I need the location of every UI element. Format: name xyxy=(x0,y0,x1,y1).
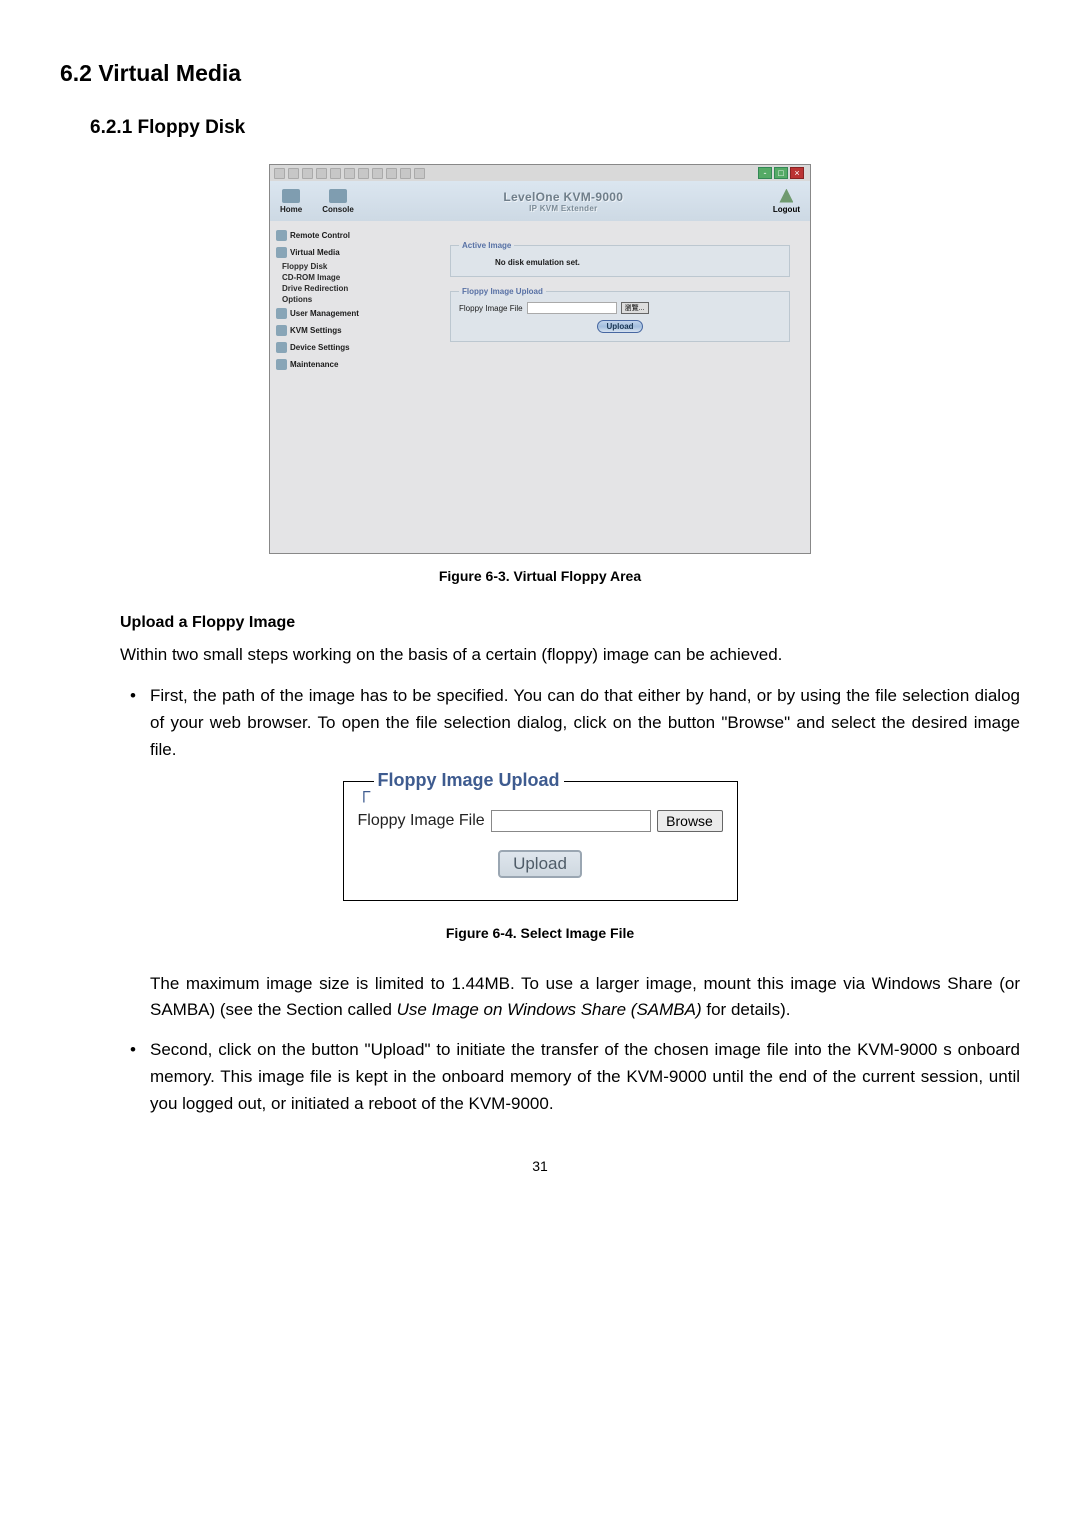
active-image-legend: Active Image xyxy=(459,241,514,250)
toolbar-favorites-icon[interactable] xyxy=(358,168,369,179)
home-button[interactable]: Home xyxy=(280,189,302,214)
floppy-image-file-input[interactable] xyxy=(527,302,617,314)
window-restore-icon[interactable]: □ xyxy=(774,167,788,179)
toolbar-search-icon[interactable] xyxy=(344,168,355,179)
toolbar-forward-icon[interactable] xyxy=(288,168,299,179)
logout-icon xyxy=(779,189,793,203)
window-close-icon[interactable]: × xyxy=(790,167,804,179)
virtual-media-icon xyxy=(276,247,287,258)
sidebar-item-remote-control[interactable]: Remote Control xyxy=(272,227,378,244)
upload-button[interactable]: Upload xyxy=(498,850,582,878)
sidebar-sub-floppy-disk[interactable]: Floppy Disk xyxy=(272,261,378,272)
active-image-fieldset: Active Image No disk emulation set. xyxy=(450,241,790,277)
toolbar-stop-icon[interactable] xyxy=(302,168,313,179)
toolbar-history-icon[interactable] xyxy=(372,168,383,179)
figure-6-3-screenshot: ‑ □ × Home Console LevelOne KVM-9000 IP … xyxy=(269,164,811,554)
remote-control-icon xyxy=(276,230,287,241)
section-heading: 6.2 Virtual Media xyxy=(60,60,1020,87)
sidebar-sub-drive-redirection[interactable]: Drive Redirection xyxy=(272,283,378,294)
floppy-image-file-input-large[interactable] xyxy=(491,810,651,832)
figure-6-3-caption: Figure 6-3. Virtual Floppy Area xyxy=(60,568,1020,584)
step-1: First, the path of the image has to be s… xyxy=(130,682,1020,764)
kvm-settings-icon xyxy=(276,325,287,336)
toolbar-home-icon[interactable] xyxy=(330,168,341,179)
console-button[interactable]: Console xyxy=(322,189,354,214)
device-settings-icon xyxy=(276,342,287,353)
toolbar-edit-icon[interactable] xyxy=(414,168,425,179)
sidebar-item-user-management[interactable]: User Management xyxy=(272,305,378,322)
toolbar-back-icon[interactable] xyxy=(274,168,285,179)
home-label: Home xyxy=(280,205,302,214)
step-2: Second, click on the button "Upload" to … xyxy=(130,1036,1020,1118)
sidebar-item-device-settings[interactable]: Device Settings xyxy=(272,339,378,356)
maintenance-icon xyxy=(276,359,287,370)
upload-button-small[interactable]: Upload xyxy=(597,320,642,333)
user-management-icon xyxy=(276,308,287,319)
page-number: 31 xyxy=(60,1158,1020,1174)
toolbar-mail-icon[interactable] xyxy=(386,168,397,179)
floppy-image-file-label: Floppy Image File xyxy=(459,304,523,313)
upload-floppy-heading: Upload a Floppy Image xyxy=(120,614,1020,632)
floppy-upload-fieldset: Floppy Image Upload Floppy Image File 瀏覽… xyxy=(450,287,790,342)
floppy-image-file-label-large: Floppy Image File xyxy=(358,812,485,830)
subsection-heading: 6.2.1 Floppy Disk xyxy=(90,117,1020,139)
window-minimize-icon[interactable]: ‑ xyxy=(758,167,772,179)
sidebar-item-virtual-media[interactable]: Virtual Media xyxy=(272,244,378,261)
sidebar-sub-options[interactable]: Options xyxy=(272,294,378,305)
logout-button[interactable]: Logout xyxy=(773,189,800,214)
floppy-upload-legend-large: Floppy Image Upload xyxy=(374,770,564,791)
browse-button-small[interactable]: 瀏覽... xyxy=(621,302,649,314)
sidebar-sub-cdrom-image[interactable]: CD-ROM Image xyxy=(272,272,378,283)
sidebar-item-kvm-settings[interactable]: KVM Settings xyxy=(272,322,378,339)
figure-6-4-box: ┌ Floppy Image Upload Floppy Image File … xyxy=(343,781,738,901)
browse-button[interactable]: Browse xyxy=(657,810,723,832)
browser-toolbar: ‑ □ × xyxy=(270,165,810,181)
paragraph-intro: Within two small steps working on the ba… xyxy=(120,642,1020,668)
home-icon xyxy=(282,189,300,203)
console-icon xyxy=(329,189,347,203)
sidebar-item-maintenance[interactable]: Maintenance xyxy=(272,356,378,373)
toolbar-print-icon[interactable] xyxy=(400,168,411,179)
active-image-status: No disk emulation set. xyxy=(459,256,781,268)
console-label: Console xyxy=(322,205,354,214)
product-title: LevelOne KVM-9000 IP KVM Extender xyxy=(374,190,753,213)
paragraph-max-size: The maximum image size is limited to 1.4… xyxy=(150,971,1020,1022)
app-header: Home Console LevelOne KVM-9000 IP KVM Ex… xyxy=(270,181,810,221)
sidebar: Remote Control Virtual Media Floppy Disk… xyxy=(270,221,380,553)
product-subtitle: IP KVM Extender xyxy=(374,204,753,213)
floppy-upload-legend: Floppy Image Upload xyxy=(459,287,546,296)
toolbar-refresh-icon[interactable] xyxy=(316,168,327,179)
figure-6-4-caption: Figure 6-4. Select Image File xyxy=(60,925,1020,941)
logout-label: Logout xyxy=(773,205,800,214)
